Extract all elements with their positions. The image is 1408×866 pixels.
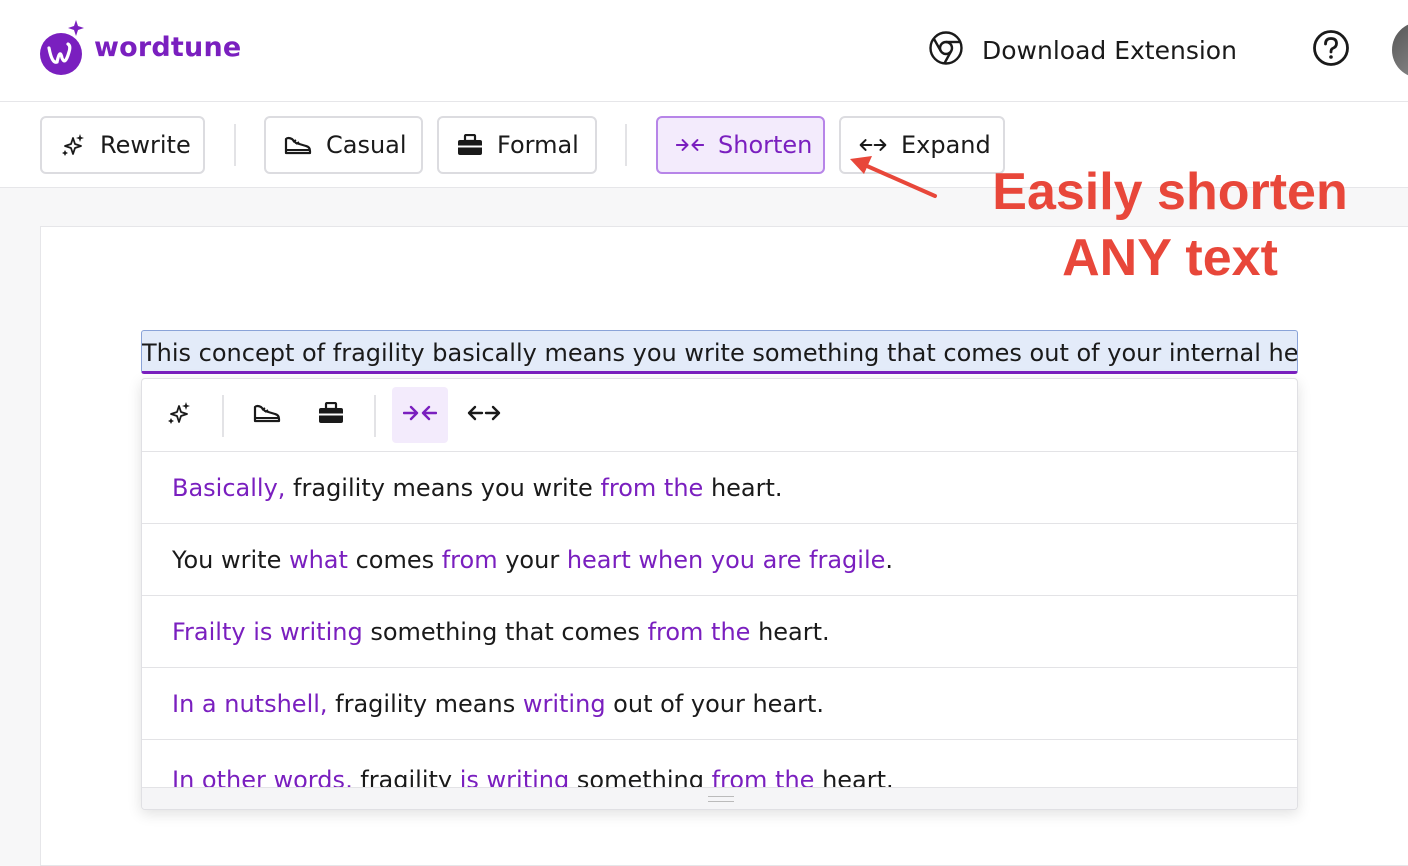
help-icon[interactable] <box>1312 29 1350 71</box>
rewrite-button[interactable]: Rewrite <box>40 116 205 174</box>
popup-formal-button[interactable] <box>303 387 359 443</box>
changed-text: heart when you are fragile <box>566 546 886 574</box>
suggestion-text: fragility means <box>327 690 523 718</box>
suggestion-text: You write <box>172 546 289 574</box>
changed-text: from the <box>600 474 704 502</box>
avatar[interactable] <box>1392 22 1408 78</box>
sneaker-icon <box>253 401 281 429</box>
annotation-line-1: Easily shorten <box>992 163 1348 221</box>
suggestion-text: fragility means you write <box>285 474 601 502</box>
suggestion-row[interactable]: In other words, fragility is writing som… <box>142 740 1297 790</box>
changed-text: In a nutshell, <box>172 690 328 718</box>
suggestion-text: heart. <box>703 474 783 502</box>
toolbar-divider <box>234 124 236 166</box>
sparkles-icon <box>60 131 86 159</box>
suggestions-popup: Basically, fragility means you write fro… <box>141 378 1298 810</box>
rewrite-label: Rewrite <box>100 131 191 159</box>
popup-toolbar <box>142 379 1297 452</box>
formal-label: Formal <box>497 131 579 159</box>
suggestion-row[interactable]: In a nutshell, fragility means writing o… <box>142 668 1297 740</box>
suggestion-row[interactable]: Frailty is writing something that comes … <box>142 596 1297 668</box>
brand-name: wordtune <box>94 31 242 63</box>
popup-shorten-button[interactable] <box>392 387 448 443</box>
changed-text: Frailty is writing <box>172 618 363 646</box>
wordtune-logo-icon <box>38 18 88 76</box>
shorten-button[interactable]: Shorten <box>656 116 825 174</box>
formal-button[interactable]: Formal <box>437 116 597 174</box>
suggestion-text: your <box>497 546 567 574</box>
popup-resize-handle[interactable] <box>142 787 1297 809</box>
suggestion-text: . <box>885 546 894 574</box>
expand-arrows-icon <box>467 403 501 427</box>
popup-divider <box>222 395 224 437</box>
suggestion-text: something that comes <box>362 618 648 646</box>
suggestion-row[interactable]: You write what comes from your heart whe… <box>142 524 1297 596</box>
grip-icon <box>708 796 734 802</box>
suggestion-text: out of your heart. <box>605 690 825 718</box>
annotation-arrow-icon <box>850 156 937 198</box>
popup-casual-button[interactable] <box>239 387 295 443</box>
popup-expand-button[interactable] <box>456 387 512 443</box>
shorten-arrows-icon <box>676 131 704 159</box>
toolbar-divider <box>625 124 627 166</box>
popup-rewrite-button[interactable] <box>151 387 207 443</box>
casual-label: Casual <box>326 131 407 159</box>
shorten-arrows-icon <box>402 403 438 427</box>
suggestion-text: comes <box>347 546 442 574</box>
casual-button[interactable]: Casual <box>264 116 423 174</box>
changed-text: from <box>441 546 498 574</box>
suggestion-list: Basically, fragility means you write fro… <box>142 452 1297 790</box>
suggestion-row[interactable]: Basically, fragility means you write fro… <box>142 452 1297 524</box>
changed-text: Basically, <box>172 474 286 502</box>
briefcase-icon <box>318 401 344 428</box>
popup-divider <box>374 395 376 437</box>
changed-text: what <box>288 546 348 574</box>
selected-text[interactable]: This concept of fragility basically mean… <box>141 330 1298 374</box>
sneaker-icon <box>284 131 312 159</box>
shorten-label: Shorten <box>718 131 813 159</box>
chrome-icon <box>928 30 964 70</box>
download-extension-label: Download Extension <box>982 35 1237 65</box>
briefcase-icon <box>457 131 483 159</box>
top-header: wordtune Download Extension <box>0 0 1408 102</box>
brand-logo[interactable]: wordtune <box>38 18 241 76</box>
suggestion-text: heart. <box>750 618 830 646</box>
download-extension-link[interactable]: Download Extension <box>928 30 1237 70</box>
sparkles-icon <box>166 400 192 430</box>
changed-text: from the <box>647 618 751 646</box>
changed-text: writing <box>522 690 606 718</box>
annotation-line-2: ANY text <box>1062 229 1278 287</box>
